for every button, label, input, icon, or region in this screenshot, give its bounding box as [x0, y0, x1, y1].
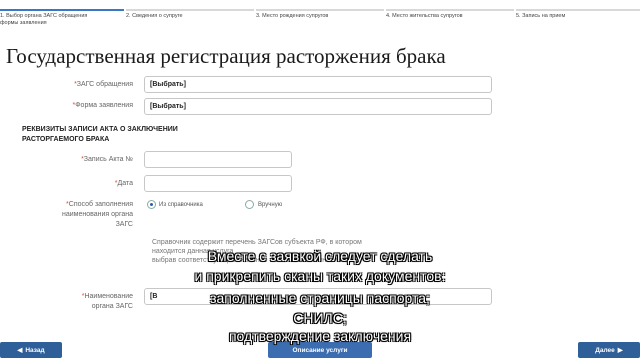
- service-description-button[interactable]: Описание услуги: [268, 342, 372, 358]
- next-button[interactable]: Далее ▶: [578, 342, 640, 358]
- chevron-left-icon: ◀: [17, 347, 23, 354]
- section-heading-line1: РЕКВИЗИТЫ ЗАПИСИ АКТА О ЗАКЛЮЧЕНИИ: [22, 126, 178, 133]
- step-1-label-line1: 1. Выбор органа ЗАГС обращения: [0, 13, 88, 19]
- act-number-label: *Запись Акта №: [81, 156, 133, 163]
- back-button-label: Назад: [25, 346, 45, 354]
- service-description-label: Описание услуги: [292, 346, 348, 354]
- step-4[interactable]: 4. Место жительства супругов: [386, 13, 463, 20]
- step-progress-1: [0, 9, 124, 11]
- section-heading-line2: РАСТОРГАЕМОГО БРАКА: [22, 136, 110, 143]
- page-title: Государственная регистрация расторжения …: [6, 44, 446, 68]
- wizard-steps: 1. Выбор органа ЗАГС обращения формы зая…: [0, 0, 640, 30]
- step-2[interactable]: 2. Сведения о супруге: [126, 13, 183, 20]
- subtitle-line-5: подтверждение заключения: [228, 328, 412, 344]
- step-1[interactable]: 1. Выбор органа ЗАГС обращения формы зая…: [0, 13, 87, 27]
- hint-line1: Справочник содержит перечень ЗАГСов субъ…: [152, 239, 362, 246]
- form-type-label: *Форма заявления: [72, 102, 134, 109]
- radio-directory-label[interactable]: Из справочника: [159, 202, 203, 208]
- step-progress-5: [516, 9, 640, 11]
- step-5[interactable]: 5. Запись на прием: [516, 13, 565, 20]
- step-progress-3: [256, 9, 384, 11]
- step-1-label-line2: формы заявления: [0, 20, 47, 26]
- step-progress-4: [386, 9, 514, 11]
- subtitle-line-1: Вместе с заявкой следует сделать: [207, 248, 433, 264]
- zags-label: *ЗАГС обращения: [74, 81, 133, 88]
- date-input[interactable]: [144, 175, 292, 192]
- section-heading: РЕКВИЗИТЫ ЗАПИСИ АКТА О ЗАКЛЮЧЕНИИ РАСТО…: [22, 125, 178, 145]
- radio-directory[interactable]: [147, 200, 156, 209]
- step-progress-2: [126, 9, 254, 11]
- next-button-label: Далее: [595, 346, 615, 354]
- subtitle-line-2: и прикрепить сканы таких документов:: [194, 268, 446, 284]
- radio-manual-label[interactable]: Вручную: [258, 202, 282, 208]
- back-button[interactable]: ◀ Назад: [0, 342, 62, 358]
- zags-select[interactable]: [Выбрать]: [144, 76, 492, 93]
- chevron-right-icon: ▶: [617, 347, 623, 354]
- subtitle-line-3: заполненные страницы паспорта;: [210, 290, 430, 306]
- step-3[interactable]: 3. Место рождения супругов: [256, 13, 328, 20]
- form-type-select[interactable]: [Выбрать]: [144, 98, 492, 115]
- radio-manual[interactable]: [245, 200, 254, 209]
- fill-method-label: *Способ заполнения наименования органа З…: [61, 201, 133, 228]
- act-number-input[interactable]: [144, 151, 292, 168]
- subtitle-line-4: СНИЛС;: [293, 310, 347, 326]
- date-label: *Дата: [114, 180, 133, 187]
